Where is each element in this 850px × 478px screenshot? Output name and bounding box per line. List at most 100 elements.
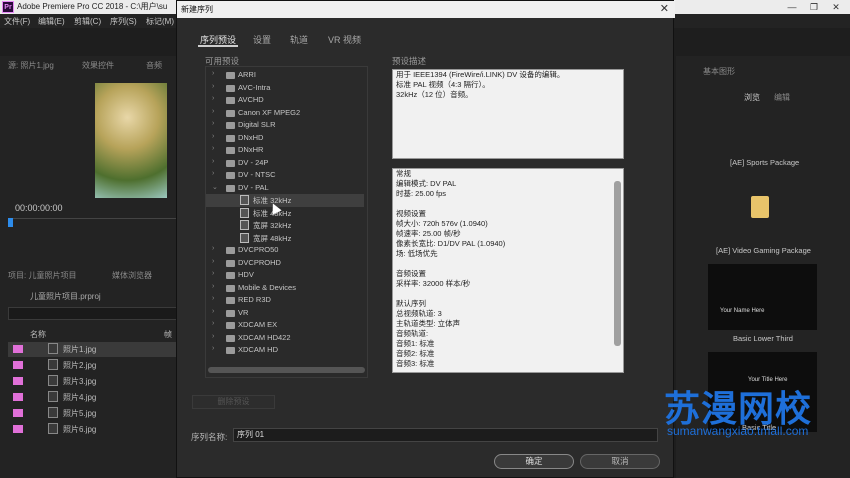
sequence-name-input[interactable]: 序列 01 (233, 428, 658, 442)
tab-tracks[interactable]: 轨道 (290, 33, 308, 46)
preset-folder[interactable]: › AVCHD (206, 94, 364, 107)
close-icon[interactable]: ✕ (826, 0, 846, 14)
preset-item[interactable]: 宽屏 32kHz (206, 219, 364, 232)
chevron-right-icon[interactable]: › (212, 145, 214, 152)
preset-folder[interactable]: › AVC-Intra (206, 82, 364, 95)
preset-folder[interactable]: › XDCAM EX (206, 319, 364, 332)
tab-media-browser[interactable]: 媒体浏览器 (112, 270, 152, 284)
preset-folder[interactable]: › DNxHR (206, 144, 364, 157)
column-name[interactable]: 名称 (30, 329, 46, 343)
chevron-right-icon[interactable]: › (212, 270, 214, 277)
maximize-icon[interactable]: ❐ (804, 0, 824, 14)
tree-horizontal-scrollbar[interactable] (208, 367, 365, 373)
preset-folder[interactable]: › HDV (206, 269, 364, 282)
preset-item[interactable]: 标准 32kHz (206, 194, 364, 207)
playhead[interactable] (8, 218, 13, 227)
preset-folder[interactable]: › DVCPRO50 (206, 244, 364, 257)
menu-marker[interactable]: 标记(M) (146, 16, 174, 27)
preset-folder[interactable]: ⌄ DV - PAL (206, 182, 364, 195)
preset-label: AVC-Intra (238, 82, 271, 92)
menu-sequence[interactable]: 序列(S) (110, 16, 137, 27)
chevron-right-icon[interactable]: › (212, 308, 214, 315)
description-line: 时基: 25.00 fps (396, 189, 447, 198)
tab-audio[interactable]: 音频 (146, 60, 162, 74)
list-item[interactable]: 照片5.jpg (8, 406, 180, 421)
chevron-right-icon[interactable]: › (212, 345, 214, 352)
list-item[interactable]: 照片4.jpg (8, 390, 180, 405)
folder-icon (226, 172, 235, 179)
preset-folder[interactable]: › DNxHD (206, 132, 364, 145)
template-thumbnail[interactable]: Your Name Here (708, 264, 817, 330)
preset-label: DV - 24P (238, 157, 269, 167)
tab-source[interactable]: 源: 照片1.jpg (8, 60, 54, 74)
chevron-right-icon[interactable]: › (212, 120, 214, 127)
preset-folder[interactable]: › DVCPROHD (206, 257, 364, 270)
chevron-right-icon[interactable]: › (212, 320, 214, 327)
column-framerate[interactable]: 帧 (164, 329, 172, 343)
menu-edit[interactable]: 编辑(E) (38, 16, 65, 27)
preset-folder[interactable]: › XDCAM HD (206, 344, 364, 357)
list-item[interactable]: 照片1.jpg (8, 342, 180, 357)
preset-label: DNxHD (238, 132, 264, 142)
chevron-right-icon[interactable]: › (212, 258, 214, 265)
chevron-right-icon[interactable]: › (212, 295, 214, 302)
description-line: 帧速率: 25.00 帧/秒 (396, 229, 461, 238)
description-line: 像素长宽比: D1/DV PAL (1.0940) (396, 239, 506, 248)
chevron-right-icon[interactable]: › (212, 70, 214, 77)
template-label[interactable]: Basic Lower Third (733, 334, 793, 343)
preset-folder[interactable]: › DV - 24P (206, 157, 364, 170)
timecode[interactable]: 00:00:00:00 (15, 203, 63, 217)
description-line: 标准 PAL 视频（4:3 隔行）。 (396, 80, 490, 89)
template-label[interactable]: [AE] Video Gaming Package (716, 246, 811, 255)
tab-vr-video[interactable]: VR 视频 (328, 33, 361, 46)
project-search-input[interactable] (8, 307, 178, 320)
menu-file[interactable]: 文件(F) (4, 16, 30, 27)
tab-browse[interactable]: 浏览 (744, 92, 760, 106)
preset-tree[interactable]: › ARRI › AVC-Intra › AVCHD › Canon XF MPEG2 › Dig… (205, 66, 368, 378)
preset-item[interactable]: 标准 48kHz (206, 207, 364, 220)
tab-project[interactable]: 项目: 儿童照片项目 (8, 270, 76, 284)
tab-settings[interactable]: 设置 (253, 33, 271, 46)
card-text: Your Name Here (720, 308, 765, 314)
chevron-right-icon[interactable]: › (212, 333, 214, 340)
list-item[interactable]: 照片6.jpg (8, 422, 180, 437)
preset-folder[interactable]: › VR (206, 307, 364, 320)
preset-label: DV - PAL (238, 182, 269, 192)
preset-folder[interactable]: › RED R3D (206, 294, 364, 307)
chevron-right-icon[interactable]: › (212, 170, 214, 177)
preset-folder[interactable]: › Mobile & Devices (206, 282, 364, 295)
dialog-close-icon[interactable]: ✕ (660, 2, 669, 15)
file-name: 照片2.jpg (63, 361, 97, 370)
preset-item[interactable]: 宽屏 48kHz (206, 232, 364, 245)
preset-folder[interactable]: › DV - NTSC (206, 169, 364, 182)
chevron-right-icon[interactable]: › (212, 283, 214, 290)
minimize-icon[interactable]: — (782, 0, 802, 14)
tab-edit[interactable]: 编辑 (774, 92, 790, 106)
image-file-icon (48, 407, 58, 418)
preset-folder[interactable]: › XDCAM HD422 (206, 332, 364, 345)
delete-preset-button[interactable]: 删除预设 (192, 395, 275, 409)
chevron-right-icon[interactable]: › (212, 83, 214, 90)
chevron-right-icon[interactable]: › (212, 245, 214, 252)
description-line: 音频1: 标准 (396, 339, 435, 348)
chevron-right-icon[interactable]: › (212, 158, 214, 165)
label-color-chip (13, 393, 23, 401)
menu-clip[interactable]: 剪辑(C) (74, 16, 101, 27)
label-color-chip (13, 377, 23, 385)
preset-folder[interactable]: › Canon XF MPEG2 (206, 107, 364, 120)
chevron-down-icon[interactable]: ⌄ (212, 183, 218, 191)
chevron-right-icon[interactable]: › (212, 133, 214, 140)
details-vertical-scrollbar[interactable] (614, 181, 621, 346)
cancel-button[interactable]: 取消 (580, 454, 660, 469)
preset-folder[interactable]: › Digital SLR (206, 119, 364, 132)
ok-button[interactable]: 确定 (494, 454, 574, 469)
chevron-right-icon[interactable]: › (212, 95, 214, 102)
tab-effect-controls[interactable]: 效果控件 (82, 60, 114, 74)
timeline-ruler[interactable] (8, 218, 178, 219)
list-item[interactable]: 照片3.jpg (8, 374, 180, 389)
chevron-right-icon[interactable]: › (212, 108, 214, 115)
preset-folder[interactable]: › ARRI (206, 69, 364, 82)
list-item[interactable]: 照片2.jpg (8, 358, 180, 373)
preset-label: ARRI (238, 70, 256, 79)
template-label[interactable]: [AE] Sports Package (730, 158, 799, 167)
